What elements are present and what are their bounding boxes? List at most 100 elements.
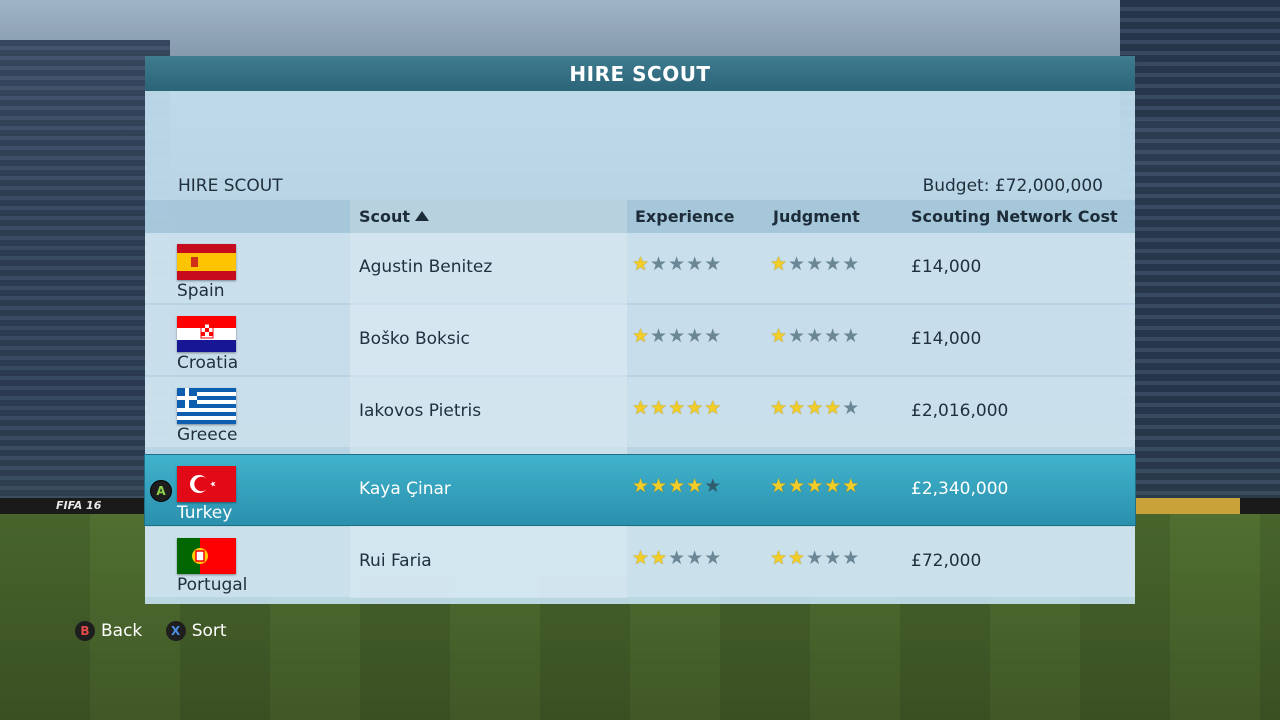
column-header-judgment[interactable]: Judgment (773, 200, 860, 233)
experience-stars: ★★★★★ (632, 547, 722, 569)
scout-cost: £2,340,000 (911, 479, 1009, 499)
star-filled-icon: ★ (770, 253, 789, 275)
spain-flag-icon (177, 244, 236, 280)
turkey-flag-icon (177, 466, 236, 502)
croatia-flag-icon (177, 316, 236, 352)
experience-stars: ★★★★★ (632, 325, 722, 347)
column-header-cost[interactable]: Scouting Network Cost (911, 200, 1118, 233)
star-filled-icon: ★ (806, 397, 825, 419)
star-empty-icon: ★ (704, 547, 723, 569)
stadium-stand-right (1120, 0, 1280, 510)
star-filled-icon: ★ (686, 397, 705, 419)
star-filled-icon: ★ (770, 475, 789, 497)
star-filled-icon: ★ (770, 397, 789, 419)
star-empty-icon: ★ (788, 253, 807, 275)
star-empty-icon: ★ (704, 253, 723, 275)
star-filled-icon: ★ (632, 253, 651, 275)
country-label: Greece (177, 425, 238, 445)
scout-row[interactable]: Portugal Rui Faria ★★★★★ ★★★★★ £72,000 (145, 527, 1135, 597)
judgment-stars: ★★★★★ (770, 397, 860, 419)
sort-control[interactable]: X Sort (165, 621, 227, 641)
star-filled-icon: ★ (632, 397, 651, 419)
portugal-flag-icon (177, 538, 236, 574)
scout-row[interactable]: Croatia Boško Boksic ★★★★★ ★★★★★ £14,000 (145, 305, 1135, 375)
star-empty-icon: ★ (668, 253, 687, 275)
star-empty-icon: ★ (788, 325, 807, 347)
column-header-scout[interactable]: Scout (359, 200, 430, 233)
experience-stars: ★★★★★ (632, 253, 722, 275)
hire-scout-panel: HIRE SCOUT HIRE SCOUT Budget: £72,000,00… (145, 56, 1135, 604)
greece-flag-icon (177, 388, 236, 424)
star-filled-icon: ★ (824, 475, 843, 497)
country-label: Portugal (177, 575, 248, 595)
star-filled-icon: ★ (632, 547, 651, 569)
star-empty-icon: ★ (686, 325, 705, 347)
scout-row[interactable]: Spain Agustin Benitez ★★★★★ ★★★★★ £14,00… (145, 233, 1135, 303)
star-empty-icon: ★ (824, 325, 843, 347)
star-empty-icon: ★ (806, 547, 825, 569)
scout-cost: £14,000 (911, 329, 982, 349)
star-filled-icon: ★ (668, 397, 687, 419)
scout-row[interactable]: Greece Iakovos Pietris ★★★★★ ★★★★★ £2,01… (145, 377, 1135, 447)
column-header-scout-label: Scout (359, 207, 411, 226)
star-filled-icon: ★ (686, 475, 705, 497)
star-filled-icon: ★ (770, 325, 789, 347)
star-filled-icon: ★ (824, 397, 843, 419)
star-empty-icon: ★ (842, 397, 861, 419)
scout-row-selected[interactable]: A Turkey Kaya Çinar ★★★★★ ★★★★★ £2,340,0… (145, 455, 1135, 525)
judgment-stars: ★★★★★ (770, 325, 860, 347)
star-empty-icon: ★ (824, 253, 843, 275)
star-filled-icon: ★ (788, 397, 807, 419)
section-title: HIRE SCOUT (178, 176, 283, 196)
star-filled-icon: ★ (788, 475, 807, 497)
ad-text: FIFA 16 (56, 499, 102, 512)
star-empty-icon: ★ (686, 253, 705, 275)
star-filled-icon: ★ (770, 547, 789, 569)
star-filled-icon: ★ (704, 397, 723, 419)
scout-cost: £72,000 (911, 551, 982, 571)
scout-name: Iakovos Pietris (359, 401, 482, 421)
star-empty-icon: ★ (650, 325, 669, 347)
experience-stars: ★★★★★ (632, 397, 722, 419)
star-filled-icon: ★ (632, 325, 651, 347)
star-empty-icon: ★ (842, 253, 861, 275)
sort-ascending-icon (415, 211, 430, 221)
star-empty-icon: ★ (842, 325, 861, 347)
a-button-icon: A (150, 480, 172, 502)
sort-label: Sort (191, 621, 227, 641)
scout-name: Agustin Benitez (359, 257, 493, 277)
star-filled-icon: ★ (650, 475, 669, 497)
star-empty-icon: ★ (668, 547, 687, 569)
budget-label: Budget: £72,000,000 (922, 176, 1103, 196)
star-empty-icon: ★ (704, 475, 723, 497)
star-empty-icon: ★ (686, 547, 705, 569)
star-empty-icon: ★ (806, 253, 825, 275)
scout-cost: £14,000 (911, 257, 982, 277)
country-label: Croatia (177, 353, 239, 373)
panel-title: HIRE SCOUT (145, 56, 1135, 91)
star-filled-icon: ★ (668, 475, 687, 497)
star-empty-icon: ★ (806, 325, 825, 347)
scout-name: Kaya Çinar (359, 479, 451, 499)
scout-cost: £2,016,000 (911, 401, 1009, 421)
judgment-stars: ★★★★★ (770, 547, 860, 569)
back-label: Back (101, 621, 143, 641)
footer-controls: B Back X Sort (75, 620, 245, 644)
star-empty-icon: ★ (668, 325, 687, 347)
star-empty-icon: ★ (842, 547, 861, 569)
star-filled-icon: ★ (806, 475, 825, 497)
experience-stars: ★★★★★ (632, 475, 722, 497)
star-filled-icon: ★ (650, 397, 669, 419)
country-label: Spain (177, 281, 225, 301)
back-control[interactable]: B Back (75, 621, 142, 641)
country-label: Turkey (177, 503, 233, 523)
x-button-icon: X (165, 621, 186, 641)
column-header-experience[interactable]: Experience (635, 200, 735, 233)
star-filled-icon: ★ (632, 475, 651, 497)
star-filled-icon: ★ (650, 547, 669, 569)
judgment-stars: ★★★★★ (770, 475, 860, 497)
star-empty-icon: ★ (650, 253, 669, 275)
star-empty-icon: ★ (704, 325, 723, 347)
scout-name: Rui Faria (359, 551, 432, 571)
star-filled-icon: ★ (842, 475, 861, 497)
